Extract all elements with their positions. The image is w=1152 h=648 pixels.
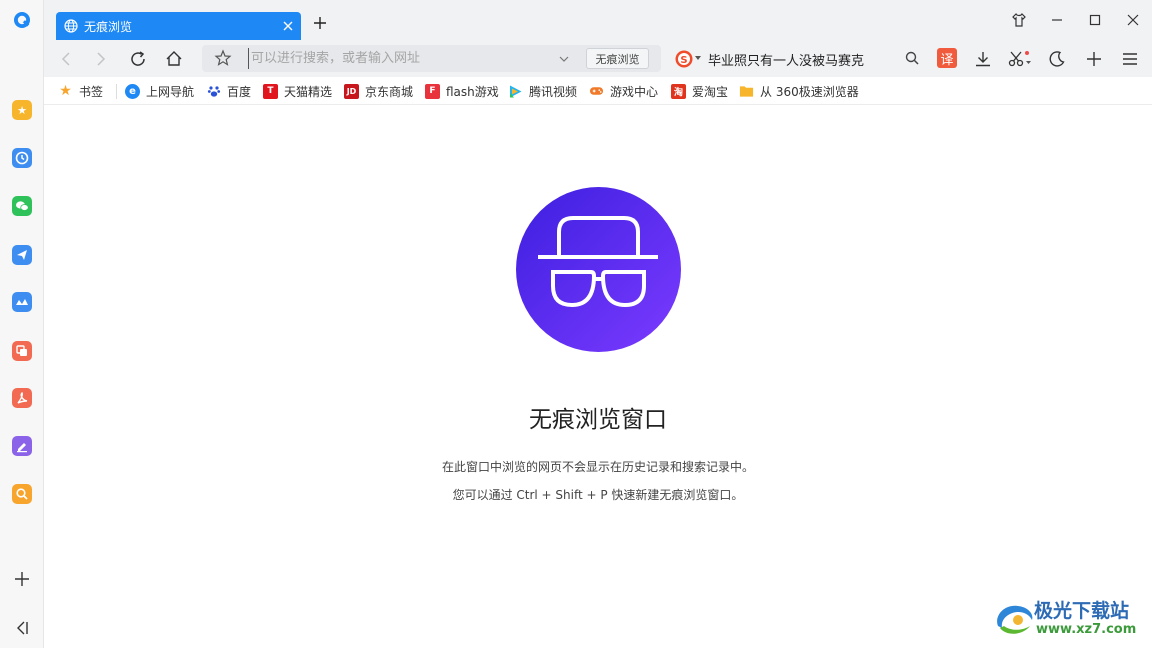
bookmark-separator	[116, 84, 117, 99]
watermark-url: www.xz7.com	[1036, 622, 1137, 637]
maximize-icon[interactable]	[1087, 12, 1103, 28]
bookmark-item-taobao[interactable]: 淘 爱淘宝	[671, 82, 728, 100]
bookmark-folder-imported[interactable]: 从 360极速浏览器	[739, 82, 859, 100]
browser-window: ★ 无痕浏览 可以进行搜索，或者输入网址 无痕浏览 S 毕业照只有一人没被马赛克…	[0, 0, 1152, 648]
taobao-icon: 淘	[671, 83, 686, 99]
scissors-icon[interactable]	[1006, 49, 1034, 69]
paper-plane-icon[interactable]	[12, 245, 32, 265]
bookmark-item-game-center[interactable]: 游戏中心	[589, 82, 658, 100]
folder-icon	[739, 84, 754, 99]
translate-button[interactable]: 译	[937, 48, 957, 68]
bookmark-label: 京东商城	[365, 84, 414, 99]
tencent-video-icon	[508, 84, 523, 99]
sogou-engine-icon[interactable]: S	[674, 49, 694, 69]
bookmark-label: flash游戏	[446, 84, 499, 99]
engine-dropdown-icon[interactable]	[695, 55, 701, 61]
bookmark-item-bookmarks[interactable]: ★ 书签	[58, 82, 103, 100]
incognito-page: 无痕浏览窗口 在此窗口中浏览的网页不会显示在历史记录和搜索记录中。 您可以通过 …	[44, 106, 1152, 648]
bookmark-label: 腾讯视频	[529, 84, 578, 99]
bookmarks-bar: ★ 书签 e 上网导航 百度 T 天猫精选 JD 京东商城 F flash游戏	[44, 77, 1152, 105]
svg-text:S: S	[680, 55, 687, 66]
tab-title: 无痕浏览	[84, 19, 133, 34]
chevron-down-icon[interactable]	[558, 53, 570, 65]
bookmark-item-tmall[interactable]: T 天猫精选	[263, 82, 332, 100]
close-icon[interactable]	[281, 19, 295, 33]
browser-logo-icon[interactable]	[13, 11, 31, 29]
menu-icon[interactable]	[1120, 49, 1140, 69]
star-icon: ★	[59, 83, 72, 99]
notes-pen-icon[interactable]	[12, 436, 32, 456]
incognito-badge[interactable]: 无痕浏览	[586, 48, 649, 69]
page-title: 无痕浏览窗口	[529, 407, 667, 433]
watermark-logo-icon	[997, 605, 1033, 634]
e-icon: e	[125, 83, 140, 99]
minimize-icon[interactable]	[1049, 12, 1065, 28]
watermark: 极光下载站 www.xz7.com	[992, 596, 1142, 640]
bookmark-label: 游戏中心	[610, 84, 659, 99]
bookmark-item-flash[interactable]: F flash游戏	[425, 82, 499, 100]
description-line-2: 您可以通过 Ctrl + Shift + P 快速新建无痕浏览窗口。	[452, 488, 744, 502]
left-sidebar: ★	[0, 0, 44, 648]
bookmark-label: 百度	[227, 84, 252, 99]
search-icon[interactable]	[904, 50, 920, 66]
baidu-paw-icon	[206, 84, 221, 99]
add-sidebar-item-icon[interactable]	[12, 569, 32, 589]
window-close-icon[interactable]	[1125, 12, 1141, 28]
new-tab-icon[interactable]	[312, 15, 328, 31]
favorites-icon[interactable]: ★	[12, 100, 32, 120]
search-box[interactable]: S 毕业照只有一人没被马赛克	[668, 45, 926, 72]
pdf-icon[interactable]	[12, 388, 32, 408]
address-bar[interactable]: 无痕浏览	[202, 45, 661, 72]
bookmark-item-baidu[interactable]: 百度	[206, 82, 251, 100]
gamepad-icon	[589, 84, 604, 99]
search-query-text[interactable]: 毕业照只有一人没被马赛克	[708, 50, 864, 69]
forward-icon[interactable]	[91, 49, 111, 69]
history-icon[interactable]	[12, 148, 32, 168]
bookmark-item-jd[interactable]: JD 京东商城	[344, 82, 413, 100]
tab-bar: 无痕浏览	[44, 0, 1152, 40]
home-icon[interactable]	[164, 49, 184, 69]
bookmark-label: 上网导航	[146, 84, 195, 99]
cloud-icon[interactable]	[12, 292, 32, 312]
description-line-1: 在此窗口中浏览的网页不会显示在历史记录和搜索记录中。	[441, 460, 754, 474]
bookmark-label: 从 360极速浏览器	[760, 84, 859, 99]
incognito-hat-glasses-icon	[516, 187, 681, 352]
skin-shirt-icon[interactable]	[1011, 12, 1027, 28]
bookmark-item-nav[interactable]: e 上网导航	[125, 82, 194, 100]
search-tool-icon[interactable]	[12, 484, 32, 504]
bookmark-label: 书签	[79, 84, 104, 99]
flash-game-icon: F	[425, 83, 440, 99]
address-input[interactable]	[248, 48, 548, 69]
bookmark-label: 爱淘宝	[692, 84, 729, 99]
download-icon[interactable]	[973, 49, 993, 69]
bookmark-item-tencent-video[interactable]: 腾讯视频	[508, 82, 577, 100]
tab-incognito[interactable]: 无痕浏览	[56, 12, 301, 40]
back-icon[interactable]	[56, 49, 76, 69]
collapse-sidebar-icon[interactable]	[12, 618, 32, 638]
watermark-title: 极光下载站	[1034, 600, 1130, 622]
refresh-icon[interactable]	[128, 49, 148, 69]
bookmark-star-icon[interactable]	[214, 49, 232, 67]
tmall-icon: T	[263, 83, 278, 99]
translate-tool-icon[interactable]	[12, 341, 32, 361]
add-icon[interactable]	[1084, 49, 1104, 69]
night-mode-moon-icon[interactable]	[1047, 49, 1067, 69]
wechat-icon[interactable]	[12, 196, 32, 216]
navigation-toolbar: 无痕浏览 S 毕业照只有一人没被马赛克 译	[44, 40, 1152, 77]
jd-icon: JD	[344, 83, 359, 99]
bookmark-label: 天猫精选	[284, 84, 333, 99]
globe-icon	[64, 19, 78, 33]
